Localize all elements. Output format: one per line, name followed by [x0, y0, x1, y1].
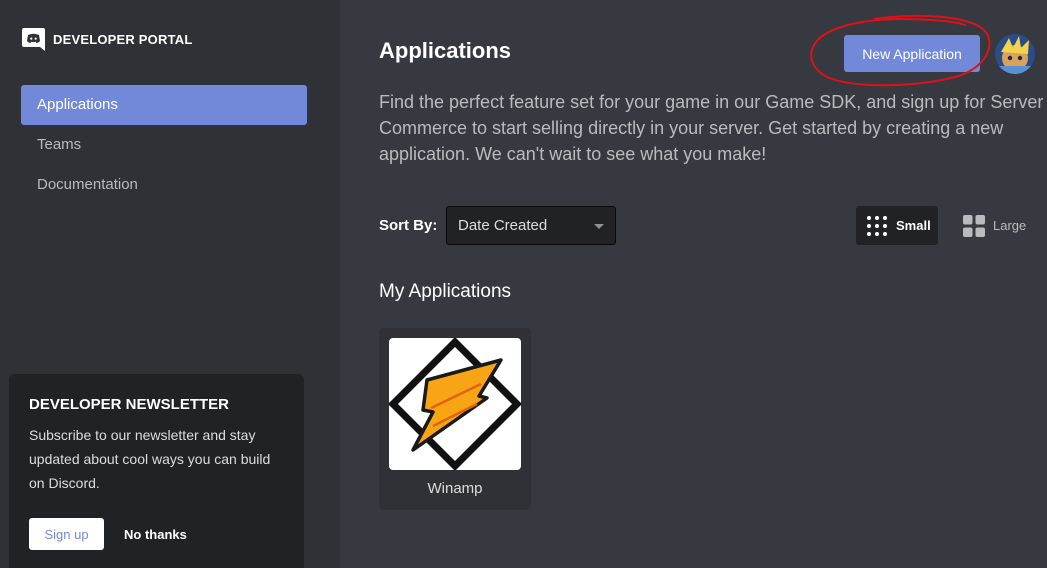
sort-label: Sort By:: [379, 217, 438, 234]
newsletter-panel: DEVELOPER NEWSLETTER Subscribe to our ne…: [9, 374, 304, 568]
my-applications-heading: My Applications: [379, 281, 512, 302]
main-content: Applications New Application Find the pe…: [340, 0, 1047, 568]
sidebar: DEVELOPER PORTAL Applications Teams Docu…: [0, 0, 340, 568]
app-card-winamp[interactable]: Winamp: [379, 328, 531, 510]
sidebar-item-teams[interactable]: Teams: [21, 125, 307, 165]
new-application-button[interactable]: New Application: [844, 35, 980, 72]
winamp-lightning-icon: [389, 338, 521, 470]
discord-logo-icon: [22, 28, 45, 51]
brand-title: DEVELOPER PORTAL: [53, 32, 193, 47]
brand[interactable]: DEVELOPER PORTAL: [21, 27, 192, 52]
view-small-button[interactable]: Small: [856, 206, 938, 245]
no-thanks-button[interactable]: No thanks: [118, 526, 193, 543]
grid-small-icon: [867, 215, 887, 236]
sidebar-nav: Applications Teams Documentation: [21, 85, 307, 205]
grid-large-icon: [963, 214, 985, 237]
sort-select-value: Date Created: [458, 217, 548, 234]
view-small-label: Small: [896, 218, 931, 233]
sidebar-item-documentation[interactable]: Documentation: [21, 165, 307, 205]
intro-text: Find the perfect feature set for your ga…: [379, 92, 1044, 164]
newsletter-actions: Sign up No thanks: [29, 518, 193, 550]
signup-button[interactable]: Sign up: [29, 518, 104, 550]
app-name: Winamp: [427, 480, 483, 497]
newsletter-body: Subscribe to our newsletter and stay upd…: [29, 427, 271, 491]
sidebar-item-applications[interactable]: Applications: [21, 85, 307, 125]
view-large-button[interactable]: Large: [952, 206, 1032, 245]
avatar[interactable]: [995, 34, 1035, 74]
sort-select[interactable]: Date Created: [446, 206, 616, 245]
chevron-down-icon: [594, 224, 604, 229]
page-title: Applications: [379, 38, 512, 63]
view-large-label: Large: [993, 218, 1027, 233]
newsletter-title: DEVELOPER NEWSLETTER: [29, 396, 230, 413]
user-avatar-image: [995, 34, 1035, 74]
